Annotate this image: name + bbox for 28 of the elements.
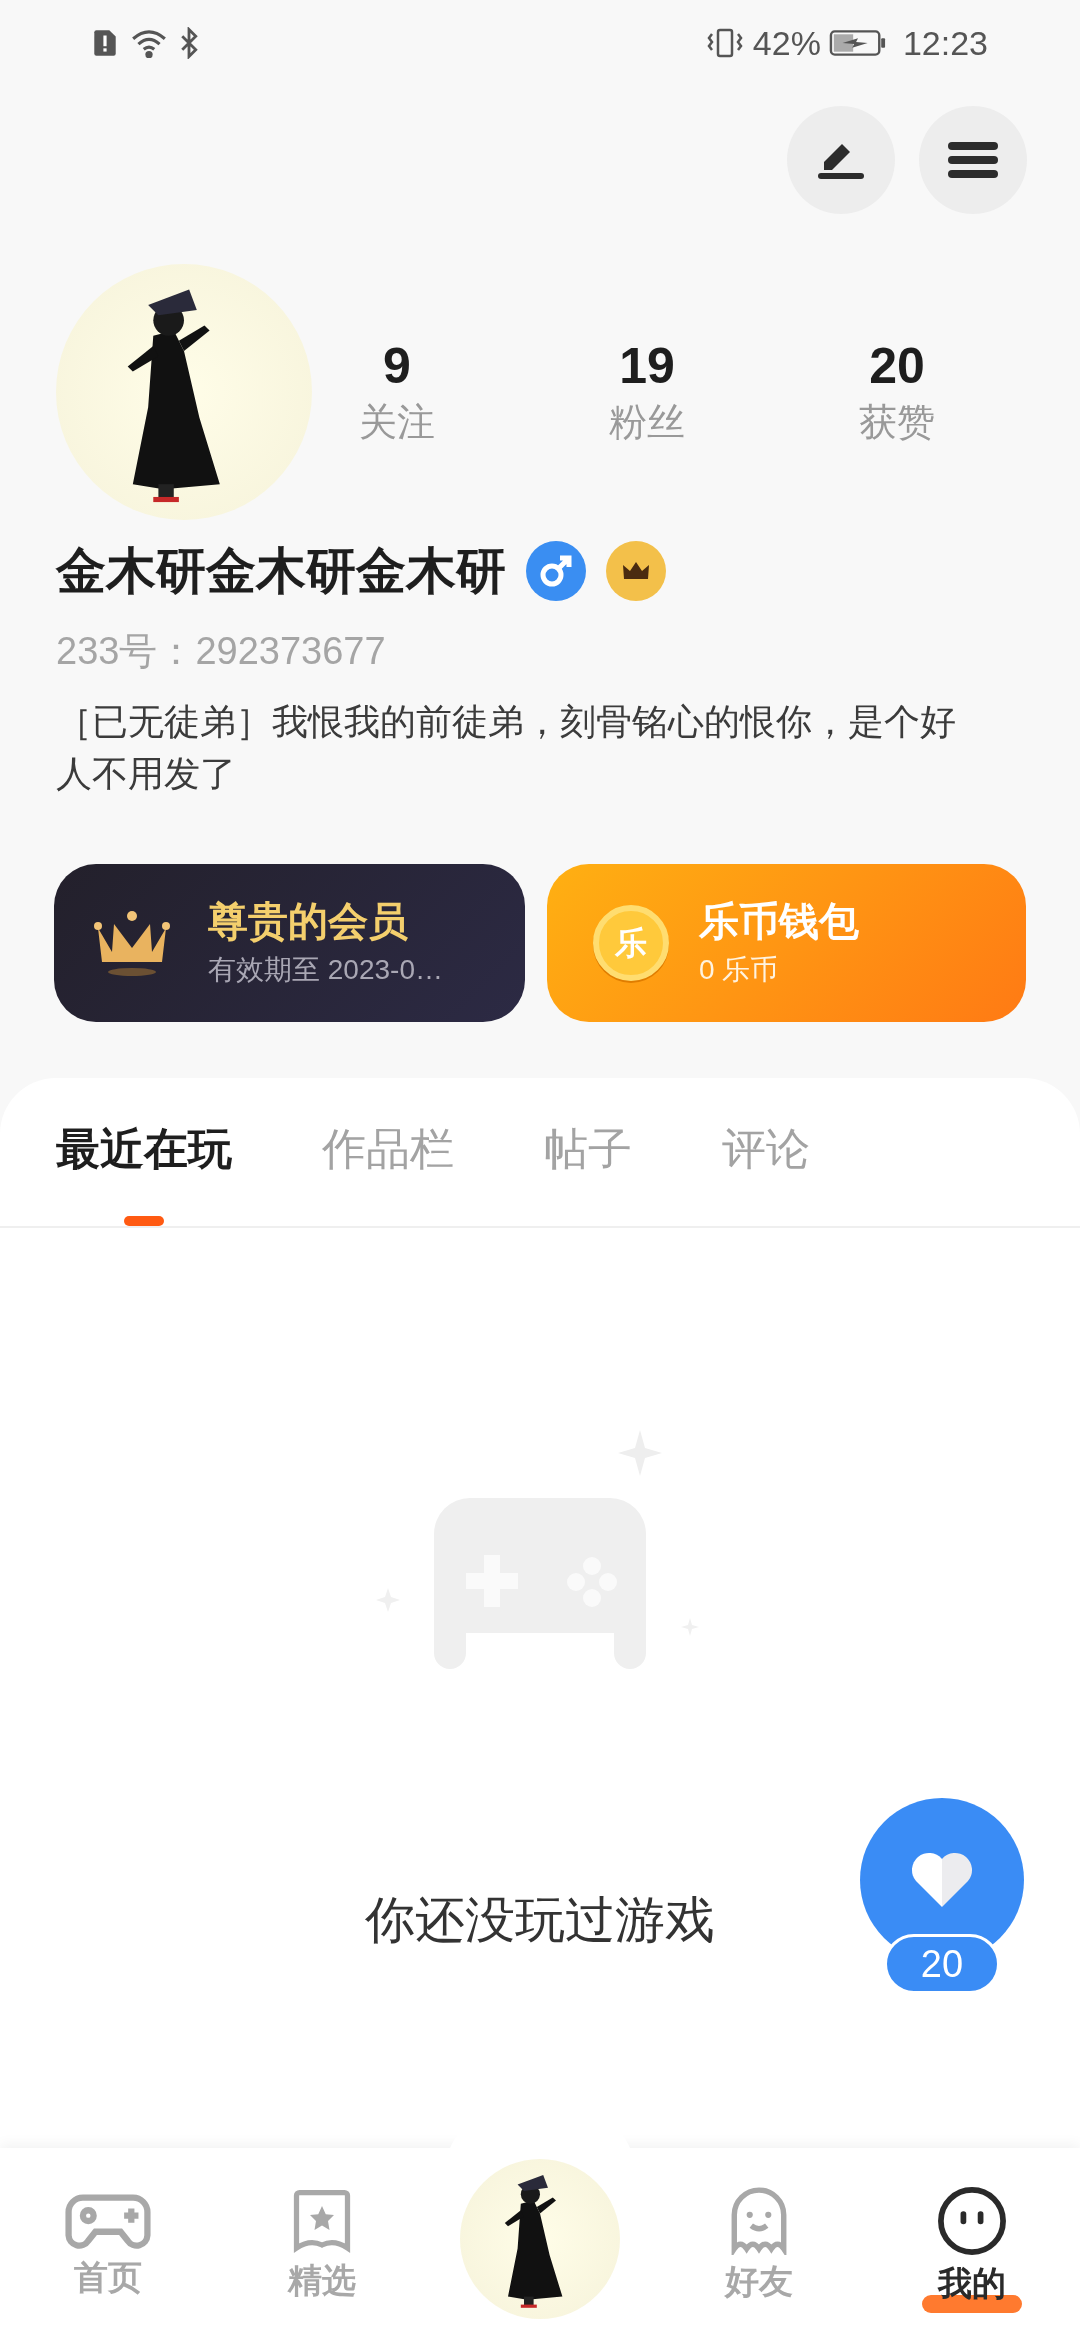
battery-percent: 42% [752, 22, 821, 64]
coin-icon: 乐 [593, 905, 669, 981]
user-id: 233号：292373677 [56, 629, 387, 674]
stat-label: 关注 [359, 400, 435, 445]
stat-label: 获赞 [859, 400, 935, 445]
nav-tab[interactable]: 精选 [246, 2188, 397, 2310]
tab[interactable]: 评论 [722, 1096, 810, 1226]
stat-count: 19 [619, 337, 675, 396]
wallet-card[interactable]: 乐 乐币钱包 0 乐币 [547, 864, 1026, 1022]
tab[interactable]: 最近在玩 [56, 1096, 232, 1226]
like-button[interactable]: 20 [860, 1798, 1024, 1998]
stat-count: 9 [383, 337, 411, 396]
card-subtitle: 有效期至 2023-0… [208, 953, 443, 987]
stat-count: 20 [869, 337, 925, 396]
stat-label: 粉丝 [609, 400, 685, 445]
nav-tab[interactable]: 首页 [33, 2191, 183, 2307]
clock: 12:23 [902, 22, 988, 64]
empty-message: 你还没玩过游戏 [365, 1891, 715, 1950]
user-bio: ［已无徒弟］我恨我的前徒弟，刻骨铭心的恨你，是个好人不用发了 [56, 700, 957, 796]
card-title: 尊贵的会员 [208, 898, 409, 945]
nav-tab[interactable]: 好友 [683, 2187, 834, 2311]
card-title: 乐币钱包 [699, 898, 859, 945]
membership-card[interactable]: 尊贵的会员 有效期至 2023-0… [54, 864, 525, 1022]
card-subtitle: 0 乐币 [699, 953, 780, 987]
nav-tab[interactable]: 我的 [897, 2185, 1047, 2313]
user-name: 金木研金木研金木研 [56, 542, 506, 601]
tab[interactable]: 帖子 [544, 1096, 632, 1226]
tab[interactable]: 作品栏 [322, 1096, 454, 1226]
